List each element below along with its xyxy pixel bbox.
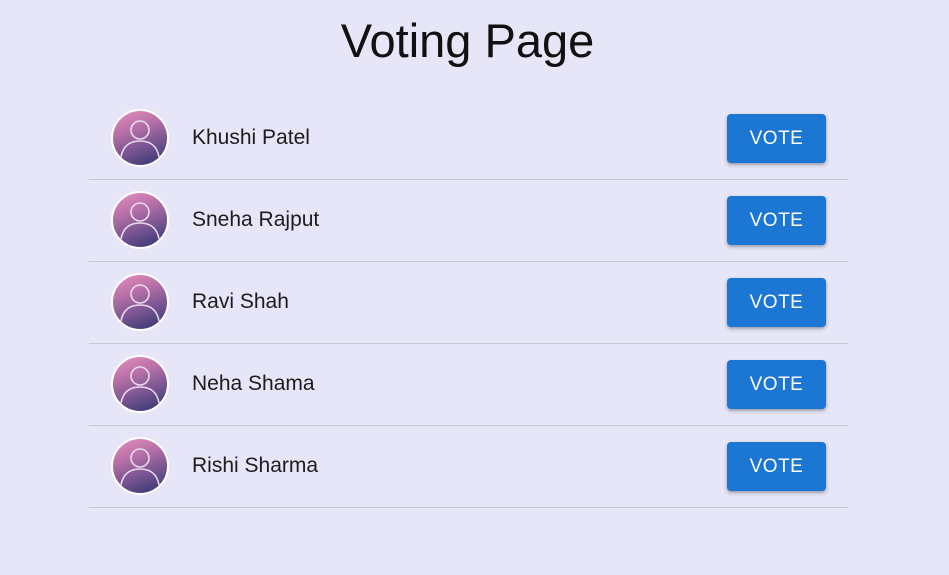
vote-button[interactable]: VOTE	[727, 114, 826, 163]
vote-button[interactable]: VOTE	[727, 196, 826, 245]
vote-button[interactable]: VOTE	[727, 360, 826, 409]
candidate-name: Neha Shama	[192, 372, 315, 395]
user-avatar-icon	[111, 191, 169, 249]
page-title: Voting Page	[340, 14, 595, 67]
candidate-row: Neha Shama VOTE	[89, 344, 848, 426]
user-avatar-icon	[111, 109, 169, 167]
candidate-name: Rishi Sharma	[192, 454, 319, 477]
candidate-name: Khushi Patel	[192, 126, 310, 149]
user-avatar-icon	[111, 437, 169, 495]
candidate-row: Khushi Patel VOTE	[89, 98, 848, 180]
candidate-row: Sneha Rajput VOTE	[89, 180, 848, 262]
candidate-list: Khushi Patel VOTE Sneha Rajput VOTE Ravi…	[89, 98, 848, 508]
candidate-name: Ravi Shah	[192, 290, 289, 313]
candidate-row: Rishi Sharma VOTE	[89, 426, 848, 508]
user-avatar-icon	[111, 355, 169, 413]
candidate-name: Sneha Rajput	[192, 208, 320, 231]
vote-button[interactable]: VOTE	[727, 278, 826, 327]
user-avatar-icon	[111, 273, 169, 331]
candidate-row: Ravi Shah VOTE	[89, 262, 848, 344]
vote-button[interactable]: VOTE	[727, 442, 826, 491]
